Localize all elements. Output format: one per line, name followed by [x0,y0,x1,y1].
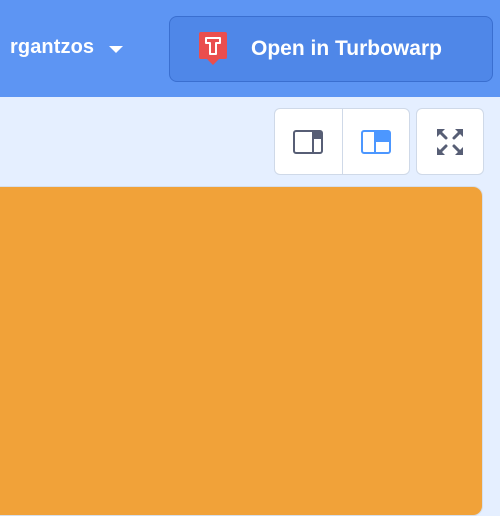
account-menu[interactable]: rgantzos [10,36,124,59]
small-stage-icon [293,129,324,154]
stage-size-toggle [274,108,410,175]
open-in-turbowarp-button[interactable]: Open in Turbowarp [169,16,493,82]
turbowarp-logo-icon [197,30,229,68]
large-stage-icon [360,129,391,154]
caret-down-icon [109,45,124,53]
username: rgantzos [10,36,95,58]
fullscreen-icon [437,128,463,155]
small-stage-button[interactable] [275,109,342,174]
fullscreen-button[interactable] [416,108,484,175]
large-stage-button[interactable] [341,109,410,174]
top-menu-bar: rgantzos Open in Turbowarp [0,0,500,97]
open-in-turbowarp-label: Open in Turbowarp [251,37,442,60]
project-stage[interactable] [0,186,483,516]
